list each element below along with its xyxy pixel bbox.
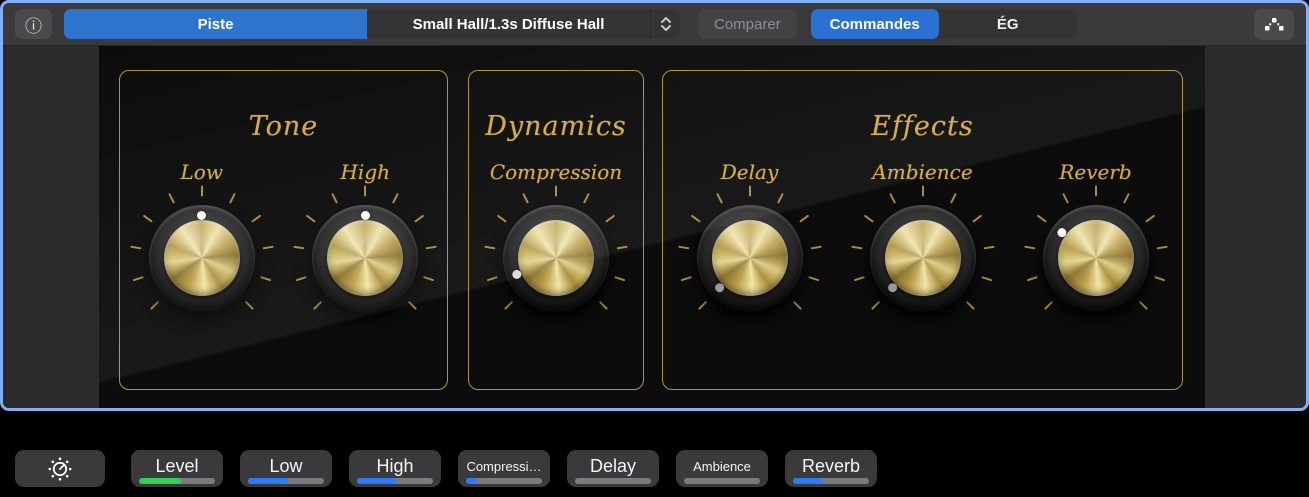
- section-title: Tone: [248, 111, 319, 142]
- smart-controls-nodes-icon: [1265, 17, 1284, 30]
- knob-unit-reverb: Reverb: [1021, 159, 1171, 333]
- param-button-label: Reverb: [801, 455, 861, 476]
- knob-row-tone: Low High: [120, 159, 447, 333]
- delay-knob[interactable]: [675, 183, 825, 333]
- preset-selector[interactable]: Small Hall/1.3s Diffuse Hall: [367, 9, 650, 39]
- compare-button[interactable]: Comparer: [698, 9, 797, 39]
- tab-eq[interactable]: ÉG: [939, 9, 1077, 39]
- knob-unit-delay: Delay: [675, 159, 825, 333]
- param-value-bar: [575, 478, 651, 484]
- knob-indicator-dot: [511, 268, 523, 281]
- knob-unit-low: Low: [127, 159, 277, 333]
- knob-indicator-arm: [127, 183, 277, 333]
- controls-eq-segmented-control: Commandes ÉG: [810, 9, 1077, 39]
- param-button-label: Level: [155, 455, 199, 476]
- param-value-bar: [466, 478, 542, 484]
- section-title: Dynamics: [485, 111, 627, 142]
- ambience-knob[interactable]: [848, 183, 998, 333]
- section-tone: Tone Low High: [119, 70, 448, 390]
- param-button-label: High: [376, 455, 414, 476]
- parameter-buttons: Level Low High Compressi… Delay Ambience Rever…: [131, 450, 894, 487]
- knob-row-dynamics: Compression: [469, 159, 643, 333]
- param-value-fill: [248, 478, 288, 484]
- reverb-knob[interactable]: [1021, 183, 1171, 333]
- compression-knob[interactable]: [481, 183, 631, 333]
- knob-label: High: [340, 160, 391, 184]
- tab-controls-label: Commandes: [829, 15, 920, 33]
- knob-indicator-dot: [713, 281, 726, 295]
- param-button-high[interactable]: High: [349, 450, 441, 487]
- high-knob[interactable]: [290, 183, 440, 333]
- param-button-delay[interactable]: Delay: [567, 450, 659, 487]
- smart-controls-window: ⓘ Piste Small Hall/1.3s Diffuse Hall Com…: [0, 0, 1309, 411]
- preset-value: Small Hall/1.3s Diffuse Hall: [412, 15, 605, 33]
- tab-track[interactable]: Piste: [64, 9, 367, 39]
- knob-indicator-arm: [457, 159, 654, 356]
- param-button-ambience[interactable]: Ambience: [676, 450, 768, 487]
- param-value-bar: [357, 478, 433, 484]
- param-value-bar: [684, 478, 760, 484]
- knob-unit-high: High: [290, 159, 440, 333]
- knob-indicator-arm: [816, 152, 1028, 364]
- tab-eq-label: ÉG: [996, 15, 1019, 33]
- param-value-fill: [139, 478, 181, 484]
- knob-unit-compression: Compression: [481, 159, 631, 333]
- param-value-fill: [466, 478, 478, 484]
- knob-indicator-dot: [197, 211, 207, 220]
- knob-unit-ambience: Ambience: [848, 159, 998, 333]
- param-value-bar: [139, 478, 215, 484]
- param-button-label: Low: [269, 455, 303, 476]
- smart-controls-toolbar: ⓘ Piste Small Hall/1.3s Diffuse Hall Com…: [3, 3, 1306, 46]
- knob-row-effects: Delay Ambience Reverb: [663, 159, 1182, 333]
- screen-controls-bar: Level Low High Compressi… Delay Ambience Rever…: [0, 411, 1309, 497]
- knob-indicator-dot: [1054, 226, 1068, 240]
- tab-track-label: Piste: [197, 15, 234, 33]
- knob-indicator-dot: [360, 211, 370, 220]
- param-button-label: Compressi…: [466, 458, 542, 474]
- smart-controls-nodes-button[interactable]: [1254, 8, 1294, 40]
- param-button-label: Ambience: [693, 458, 751, 474]
- knob-indicator-dot: [886, 281, 899, 295]
- knob-indicator-arm: [991, 153, 1201, 363]
- param-value-fill: [793, 478, 824, 484]
- param-button-level[interactable]: Level: [131, 450, 223, 487]
- knob-label: Low: [180, 160, 223, 184]
- section-title: Effects: [871, 111, 974, 142]
- info-icon: ⓘ: [25, 16, 42, 36]
- section-dynamics: Dynamics Compression: [468, 70, 644, 390]
- plate-reverb-panel: Tone Low High Dynamics Compression Effect…: [99, 46, 1205, 408]
- preset-stepper[interactable]: [650, 9, 680, 39]
- param-button-compressi[interactable]: Compressi…: [458, 450, 550, 487]
- section-effects: Effects Delay Ambience Reverb: [662, 70, 1183, 390]
- param-value-bar: [793, 478, 869, 484]
- plugin-deck: Tone Low High Dynamics Compression Effect…: [3, 46, 1306, 408]
- low-knob[interactable]: [127, 183, 277, 333]
- chevron-up-down-icon: [660, 17, 671, 31]
- param-button-low[interactable]: Low: [240, 450, 332, 487]
- param-button-label: Delay: [589, 455, 637, 476]
- knob-dial-icon: [48, 457, 72, 480]
- param-value-fill: [357, 478, 397, 484]
- param-value-bar: [248, 478, 324, 484]
- track-preset-segmented-control: Piste Small Hall/1.3s Diffuse Hall: [64, 9, 680, 39]
- param-button-reverb[interactable]: Reverb: [785, 450, 877, 487]
- compare-button-label: Comparer: [714, 15, 781, 33]
- tab-controls[interactable]: Commandes: [810, 9, 939, 39]
- screen-controls-dial-button[interactable]: [15, 450, 105, 487]
- info-button[interactable]: ⓘ: [15, 9, 52, 39]
- knob-indicator-arm: [290, 183, 440, 333]
